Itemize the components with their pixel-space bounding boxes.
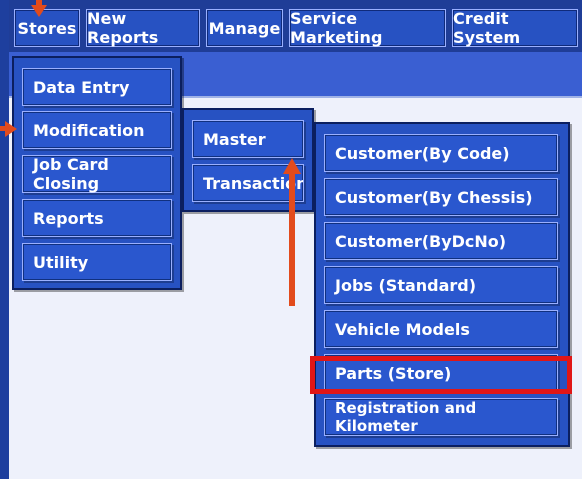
arrow-master-shaft bbox=[289, 170, 295, 306]
arrow-right-modification-icon bbox=[5, 121, 17, 137]
left-edge-strip bbox=[0, 0, 9, 479]
menu-item-customer-bydcno[interactable]: Customer(ByDcNo) bbox=[324, 222, 558, 260]
arrow-down-stores-icon bbox=[31, 5, 47, 17]
menu-item-job-card-closing[interactable]: Job Card Closing bbox=[22, 155, 172, 193]
arrow-up-master-icon bbox=[283, 158, 301, 174]
menu-item-customer-by-chessis[interactable]: Customer(By Chessis) bbox=[324, 178, 558, 216]
top-menu-new-reports[interactable]: New Reports bbox=[86, 9, 200, 47]
top-menu-service-marketing[interactable]: Service Marketing bbox=[289, 9, 446, 47]
menu-item-customer-by-code[interactable]: Customer(By Code) bbox=[324, 134, 558, 172]
menu-item-modification[interactable]: Modification bbox=[22, 111, 172, 149]
menu-item-reports[interactable]: Reports bbox=[22, 199, 172, 237]
menu-item-master[interactable]: Master bbox=[192, 120, 304, 158]
master-submenu: Customer(By Code) Customer(By Chessis) C… bbox=[314, 122, 570, 447]
stores-dropdown: Data Entry Modification Job Card Closing… bbox=[12, 56, 182, 290]
menu-item-registration-and-kilometer[interactable]: Registration and Kilometer bbox=[324, 398, 558, 436]
menu-item-vehicle-models[interactable]: Vehicle Models bbox=[324, 310, 558, 348]
top-menu-credit-system[interactable]: Credit System bbox=[452, 9, 578, 47]
top-menu-stores[interactable]: Stores bbox=[14, 9, 80, 47]
menu-item-utility[interactable]: Utility bbox=[22, 243, 172, 281]
highlight-box-parts-store bbox=[310, 356, 572, 394]
top-menu-manage[interactable]: Manage bbox=[206, 9, 283, 47]
menu-item-jobs-standard[interactable]: Jobs (Standard) bbox=[324, 266, 558, 304]
menu-item-data-entry[interactable]: Data Entry bbox=[22, 68, 172, 106]
